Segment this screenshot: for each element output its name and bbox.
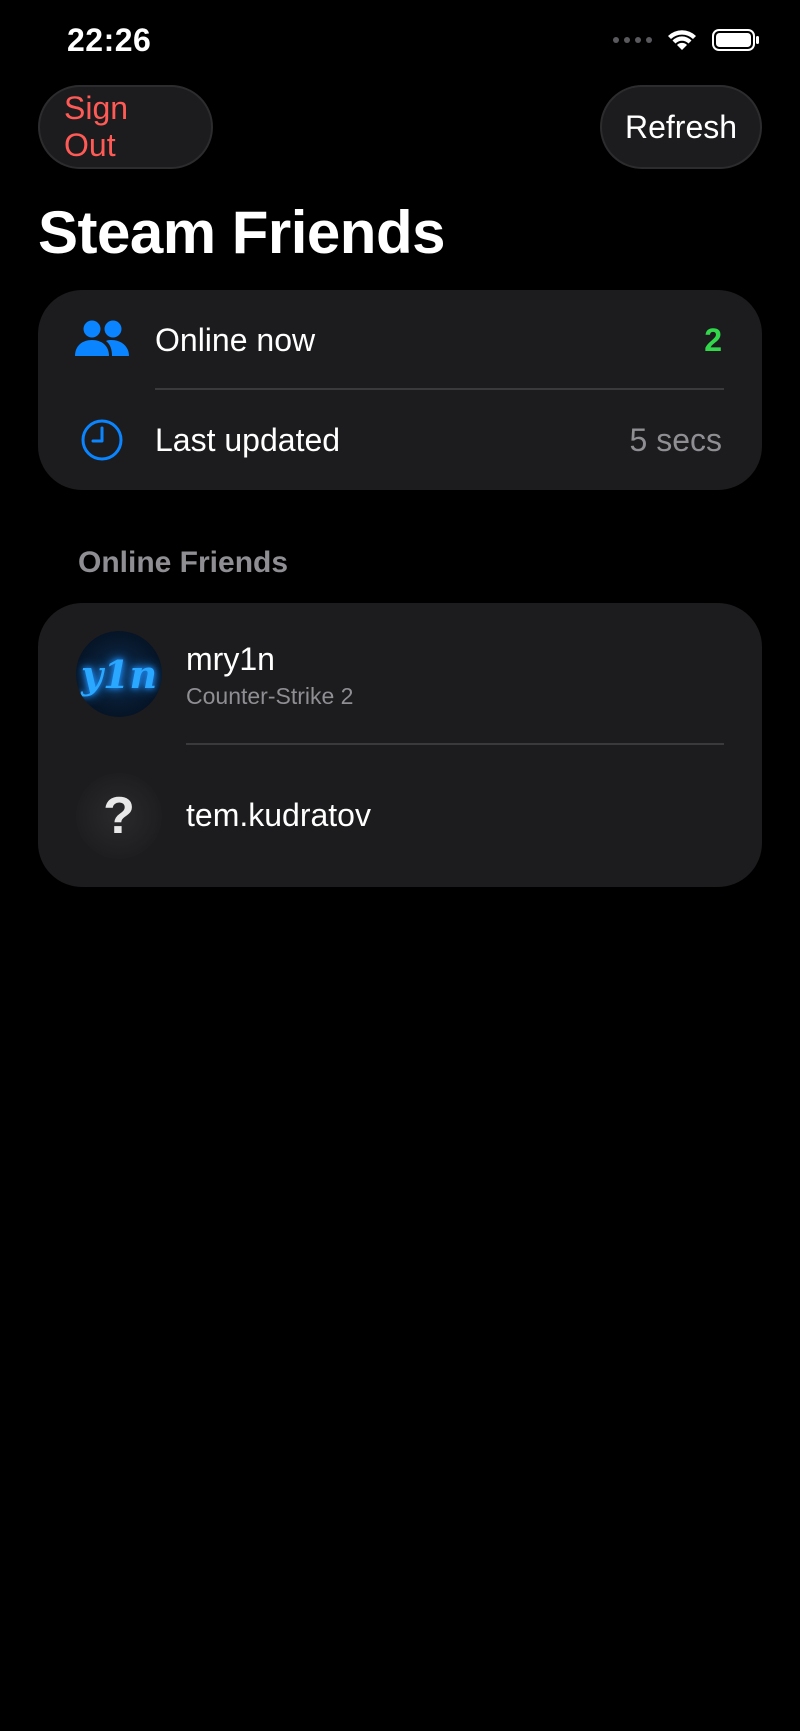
friends-list: y1n mry1n Counter-Strike 2 ? tem.kudrato… — [38, 603, 762, 887]
app-screen: 22:26 Sign Out Refresh Steam Friends Onl… — [0, 0, 800, 1731]
clock-icon — [72, 415, 132, 465]
battery-icon — [712, 29, 759, 51]
wifi-icon — [668, 30, 696, 50]
friend-status: Counter-Strike 2 — [186, 683, 354, 709]
avatar-text: ? — [103, 787, 135, 845]
online-now-label: Online now — [155, 321, 316, 358]
status-time: 22:26 — [67, 22, 152, 58]
cellular-signal-icon — [613, 37, 652, 43]
refresh-button[interactable]: Refresh — [600, 85, 762, 169]
friend-name: tem.kudratov — [186, 797, 371, 833]
summary-card: Online now 2 Last updated 5 secs — [38, 290, 762, 490]
status-indicators — [613, 28, 760, 52]
last-updated-value: 5 secs — [629, 421, 722, 458]
sign-out-button[interactable]: Sign Out — [38, 85, 213, 169]
status-bar: 22:26 — [0, 0, 800, 88]
last-updated-row: Last updated 5 secs — [38, 390, 762, 490]
page-title: Steam Friends — [38, 199, 445, 266]
friend-row[interactable]: ? tem.kudratov — [38, 745, 762, 887]
friend-name: mry1n — [186, 641, 275, 677]
friend-row[interactable]: y1n mry1n Counter-Strike 2 — [38, 603, 762, 745]
avatar: y1n — [76, 631, 162, 717]
online-now-row: Online now 2 — [38, 290, 762, 390]
people-icon — [72, 315, 132, 365]
last-updated-label: Last updated — [155, 421, 341, 458]
avatar: ? — [76, 773, 162, 859]
online-friends-header: Online Friends — [78, 546, 289, 579]
online-count: 2 — [704, 321, 722, 358]
avatar-text: y1n — [80, 651, 158, 697]
